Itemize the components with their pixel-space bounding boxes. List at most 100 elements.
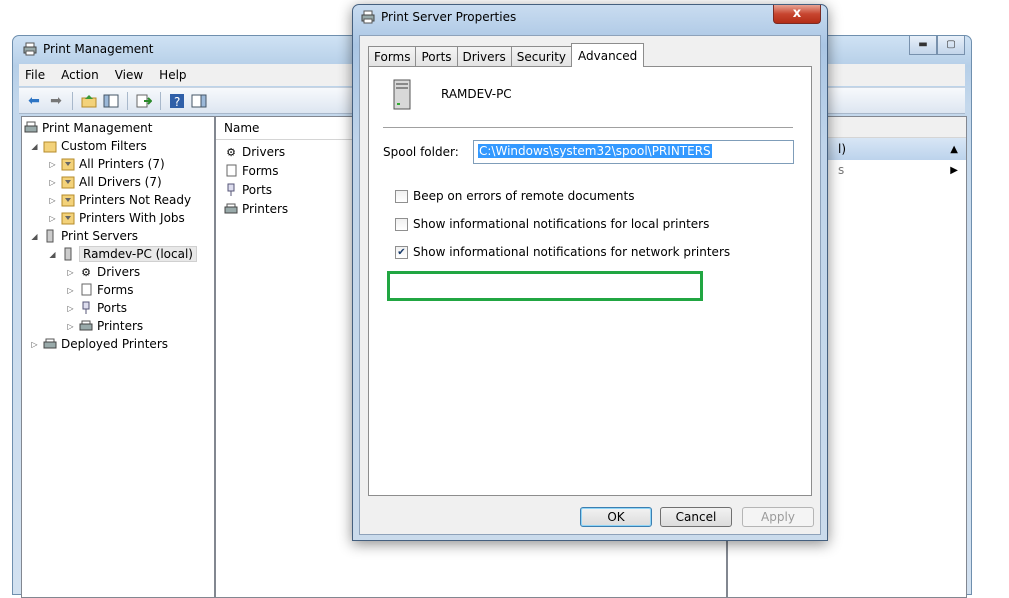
expand-arrow-icon[interactable]: ▷ xyxy=(66,268,75,277)
tree-item-label: Custom Filters xyxy=(61,139,147,153)
local-notifications-checkbox[interactable] xyxy=(395,217,408,231)
tree-item-all-drivers[interactable]: ▷ All Drivers (7) xyxy=(48,173,161,191)
drivers-gear-icon: ⚙ xyxy=(81,265,91,279)
tree-item-label: Drivers xyxy=(97,265,141,279)
highlight-box xyxy=(387,271,703,301)
up-folder-icon[interactable] xyxy=(80,92,98,110)
tree-item-label: Ports xyxy=(97,301,128,315)
filter-icon xyxy=(61,175,75,189)
actions-row-label: s xyxy=(838,163,845,177)
show-action-pane-icon[interactable] xyxy=(190,92,208,110)
dialog-titlebar: Print Server Properties xyxy=(361,10,516,24)
toolbar-separator xyxy=(160,91,161,110)
tree-item-label: Ramdev-PC (local) xyxy=(79,246,197,262)
print-management-icon xyxy=(24,121,38,135)
help-icon[interactable]: ? xyxy=(168,92,186,110)
tree-item-label: Printers xyxy=(97,319,144,333)
ok-button[interactable]: OK xyxy=(580,507,652,527)
list-item-forms[interactable]: Forms xyxy=(224,162,278,180)
server-computer-icon xyxy=(391,79,413,114)
beep-errors-checkbox[interactable] xyxy=(395,189,408,203)
collapse-arrow-icon[interactable]: ◢ xyxy=(30,232,39,241)
network-notifications-option[interactable]: ✔ Show informational notifications for n… xyxy=(395,245,730,259)
list-item-label: Printers xyxy=(242,202,289,216)
column-header-label: Name xyxy=(224,121,260,135)
printer-icon xyxy=(23,42,37,56)
tree-item-all-printers[interactable]: ▷ All Printers (7) xyxy=(48,155,165,173)
expand-arrow-icon[interactable]: ▷ xyxy=(66,322,75,331)
port-plug-icon xyxy=(224,183,238,197)
filter-icon xyxy=(61,157,75,171)
menu-view[interactable]: View xyxy=(115,68,143,82)
tree-item-printers[interactable]: ▷ Printers xyxy=(66,317,143,335)
filter-folder-icon xyxy=(43,139,57,153)
menu-help[interactable]: Help xyxy=(159,68,186,82)
beep-errors-option[interactable]: Beep on errors of remote documents xyxy=(395,189,634,203)
tree-item-forms[interactable]: ▷ Forms xyxy=(66,281,133,299)
list-item-drivers[interactable]: ⚙ Drivers xyxy=(224,143,285,161)
tab-drivers[interactable]: Drivers xyxy=(456,46,512,67)
expand-arrow-icon[interactable]: ▷ xyxy=(48,196,57,205)
expand-arrow-icon[interactable]: ▷ xyxy=(48,214,57,223)
tree-item-ports[interactable]: ▷ Ports xyxy=(66,299,127,317)
close-button[interactable]: x xyxy=(773,5,821,24)
tab-strip: Forms Ports Drivers Security Advanced xyxy=(368,43,645,67)
show-hide-tree-icon[interactable] xyxy=(102,92,120,110)
expand-arrow-icon[interactable]: ▷ xyxy=(30,340,39,349)
dialog-body: Forms Ports Drivers Security Advanced RA… xyxy=(359,35,821,535)
tab-advanced[interactable]: Advanced xyxy=(571,43,645,67)
forms-icon xyxy=(224,164,238,178)
forms-icon xyxy=(79,283,93,297)
spool-folder-label: Spool folder: xyxy=(383,145,459,159)
tree-item-drivers[interactable]: ▷ ⚙ Drivers xyxy=(66,263,140,281)
checkbox-label: Beep on errors of remote documents xyxy=(413,189,635,203)
menu-action[interactable]: Action xyxy=(61,68,99,82)
menu-file[interactable]: File xyxy=(25,68,45,82)
collapse-arrow-icon[interactable]: ◢ xyxy=(30,142,39,151)
tab-ports[interactable]: Ports xyxy=(415,46,458,67)
apply-button[interactable]: Apply xyxy=(742,507,814,527)
back-arrow-icon[interactable]: ⬅ xyxy=(25,92,43,110)
maximize-button[interactable]: ▢ xyxy=(937,36,965,55)
forward-arrow-icon[interactable]: ➡ xyxy=(47,92,65,110)
expand-arrow-icon[interactable]: ▷ xyxy=(48,160,57,169)
port-plug-icon xyxy=(79,301,93,315)
tab-forms[interactable]: Forms xyxy=(368,46,417,67)
checkmark-icon: ✔ xyxy=(397,246,406,258)
submenu-arrow-icon: ▶ xyxy=(950,164,958,176)
toolbar-separator xyxy=(72,91,73,110)
collapse-up-icon[interactable]: ▲ xyxy=(950,144,958,155)
toolbar-separator xyxy=(127,91,128,110)
tree-item-printers-with-jobs[interactable]: ▷ Printers With Jobs xyxy=(48,209,184,227)
tree-item-print-management[interactable]: Print Management xyxy=(24,119,152,137)
collapse-arrow-icon[interactable]: ◢ xyxy=(48,250,57,259)
cancel-button[interactable]: Cancel xyxy=(660,507,732,527)
printer-icon xyxy=(224,202,238,216)
tree-item-deployed-printers[interactable]: ▷ Deployed Printers xyxy=(30,335,168,353)
window-titlebar: Print Management xyxy=(23,42,153,56)
tree-item-label: All Printers (7) xyxy=(79,157,165,171)
tree-item-ramdev-pc[interactable]: ◢ Ramdev-PC (local) xyxy=(48,245,197,263)
tree-item-custom-filters[interactable]: ◢ Custom Filters xyxy=(30,137,147,155)
list-item-label: Ports xyxy=(242,183,273,197)
tree-item-print-servers[interactable]: ◢ Print Servers xyxy=(30,227,138,245)
printer-icon xyxy=(361,10,375,24)
tree-item-printers-not-ready[interactable]: ▷ Printers Not Ready xyxy=(48,191,191,209)
export-list-icon[interactable] xyxy=(135,92,153,110)
tree-item-label: Deployed Printers xyxy=(61,337,169,351)
spool-folder-input[interactable]: C:\Windows\system32\spool\PRINTERS xyxy=(473,140,794,164)
tree-item-label: Printers Not Ready xyxy=(79,193,192,207)
divider xyxy=(383,127,793,128)
expand-arrow-icon[interactable]: ▷ xyxy=(66,304,75,313)
minimize-button[interactable]: ▬ xyxy=(909,36,937,55)
expand-arrow-icon[interactable]: ▷ xyxy=(48,178,57,187)
list-item-printers[interactable]: Printers xyxy=(224,200,288,218)
local-notifications-option[interactable]: Show informational notifications for loc… xyxy=(395,217,709,231)
expand-arrow-icon[interactable]: ▷ xyxy=(66,286,75,295)
tab-security[interactable]: Security xyxy=(510,46,572,67)
network-notifications-checkbox[interactable]: ✔ xyxy=(395,245,408,259)
console-tree: Print Management ◢ Custom Filters ▷ All … xyxy=(21,116,215,598)
advanced-tab-panel: RAMDEV-PC Spool folder: C:\Windows\syste… xyxy=(368,66,812,496)
list-item-label: Forms xyxy=(242,164,279,178)
list-item-ports[interactable]: Ports xyxy=(224,181,272,199)
